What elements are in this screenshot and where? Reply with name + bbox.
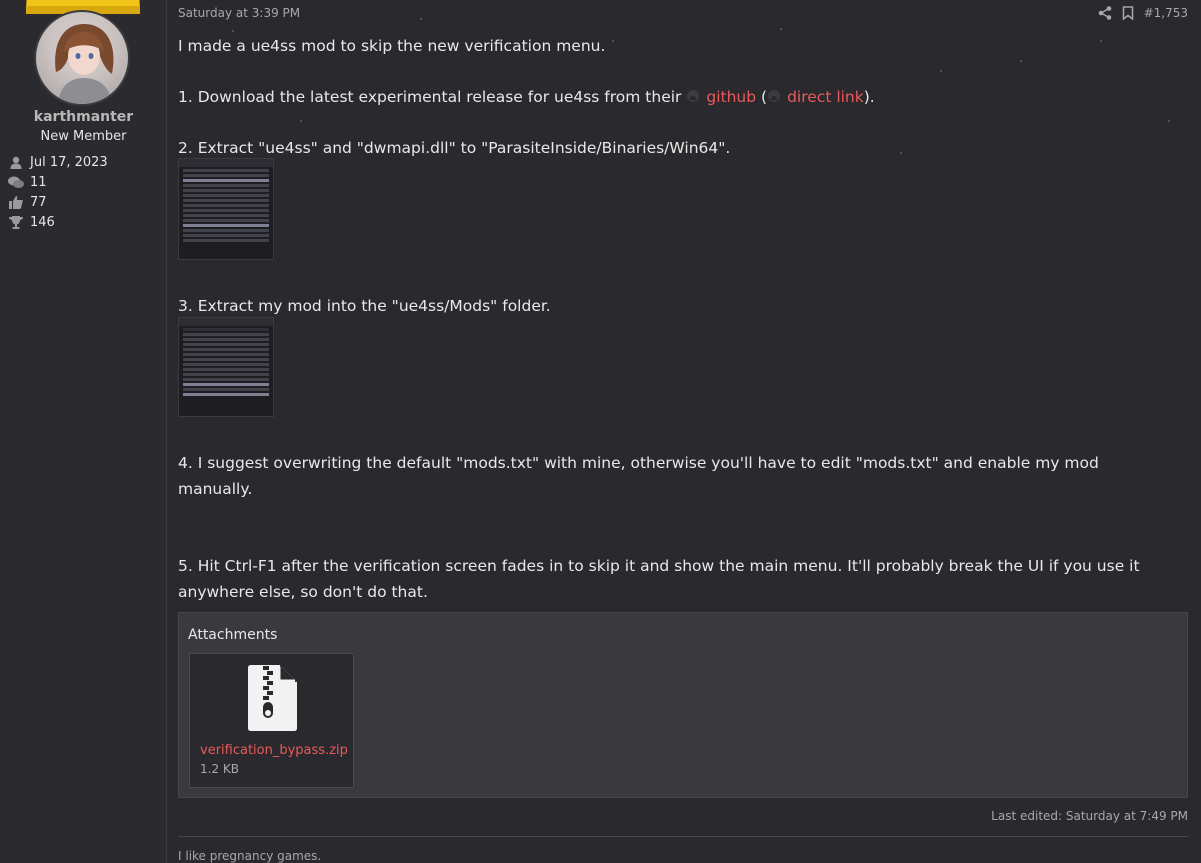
bookmark-icon[interactable] (1122, 6, 1136, 20)
trophy-icon (7, 215, 25, 229)
avatar[interactable] (34, 10, 130, 106)
stat-messages-value: 11 (30, 174, 47, 190)
background-dot (1020, 60, 1022, 62)
screenshot-thumbnail-win64[interactable] (178, 158, 274, 260)
attachment-filename[interactable]: verification_bypass.zip (200, 743, 348, 758)
signature-divider (178, 836, 1188, 837)
step1-suffix: ). (863, 88, 875, 106)
last-edited: Last edited: Saturday at 7:49 PM (991, 809, 1188, 823)
signature: I like pregnancy games. (178, 849, 322, 863)
background-dot (940, 70, 942, 72)
stat-points: 146 (7, 212, 108, 232)
attachment-card[interactable]: verification_bypass.zip 1.2 KB (189, 653, 354, 788)
user-sidebar: karthmanter New Member Jul 17, 2023 11 7… (0, 0, 167, 863)
post-date[interactable]: Saturday at 3:39 PM (178, 6, 300, 20)
stat-reactions: 77 (7, 192, 108, 212)
background-dot (1100, 40, 1102, 42)
background-dot (420, 18, 422, 20)
step1-prefix: 1. Download the latest experimental rele… (178, 88, 682, 106)
zip-file-icon (248, 665, 297, 731)
share-icon[interactable] (1098, 6, 1112, 20)
background-dot (232, 30, 234, 32)
messages-icon (7, 175, 25, 189)
username[interactable]: karthmanter (0, 109, 167, 125)
post-line-intro: I made a ue4ss mod to skip the new verif… (178, 37, 606, 55)
post-number[interactable]: #1,753 (1144, 6, 1188, 20)
background-dot (780, 28, 782, 30)
direct-link[interactable]: direct link (787, 88, 864, 106)
github-icon (686, 85, 701, 103)
user-stats: Jul 17, 2023 11 77 146 (7, 152, 108, 232)
github-link[interactable]: github (706, 88, 756, 106)
stat-messages: 11 (7, 172, 108, 192)
post-step-3: 3. Extract my mod into the "ue4ss/Mods" … (178, 297, 551, 315)
attachments-panel: Attachments verification_bypass.zip 1.2 … (178, 612, 1188, 798)
post-actions: #1,753 (1088, 6, 1188, 20)
background-dot (900, 152, 902, 154)
screenshot-thumbnail-mods[interactable] (178, 317, 274, 417)
background-dot (612, 40, 614, 42)
user-icon (7, 155, 25, 169)
post-step-1: 1. Download the latest experimental rele… (178, 84, 875, 110)
attachment-filesize: 1.2 KB (200, 762, 239, 776)
stat-reactions-value: 77 (30, 194, 47, 210)
user-title: New Member (40, 129, 127, 144)
stat-joined: Jul 17, 2023 (7, 152, 108, 172)
background-dot (1168, 120, 1170, 122)
post-step-4: 4. I suggest overwriting the default "mo… (178, 454, 1099, 498)
thumbs-up-icon (7, 195, 25, 209)
attachments-title: Attachments (188, 627, 278, 643)
background-dot (300, 120, 302, 122)
stat-joined-value: Jul 17, 2023 (30, 154, 108, 170)
github-icon (767, 85, 781, 102)
stat-points-value: 146 (30, 214, 55, 230)
post-step-5: 5. Hit Ctrl-F1 after the verification sc… (178, 557, 1140, 601)
